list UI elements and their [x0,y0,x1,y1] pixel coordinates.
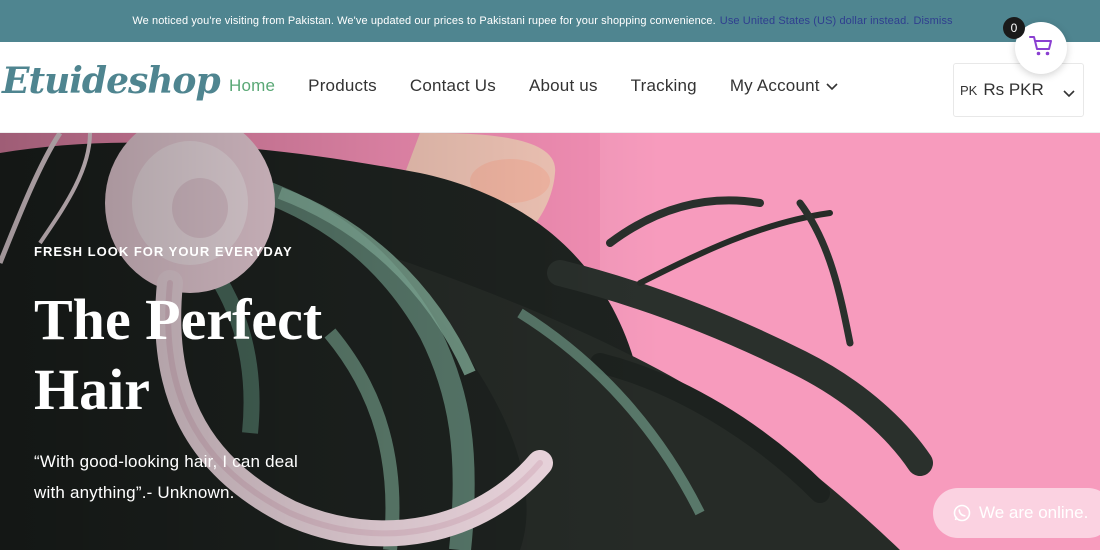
nav-home-label: Home [229,76,276,95]
nav-products-label: Products [308,76,377,95]
cart-count-badge: 0 [1003,17,1025,39]
hero-kicker: FRESH LOOK FOR YOUR EVERYDAY [34,244,293,259]
hero-quote: “With good-looking hair, I can deal with… [34,446,344,508]
store-notice: We noticed you're visiting from Pakistan… [0,0,1100,42]
notice-message: We noticed you're visiting from Pakistan… [132,15,716,27]
cart-icon [1029,35,1053,62]
chevron-down-icon [1063,83,1075,103]
hero-title-line2: Hair [34,357,150,422]
dismiss-link[interactable]: Dismiss [913,15,952,27]
nav-my-account-label: My Account [729,76,820,95]
currency-select[interactable]: PK Rs PKR [953,63,1084,117]
currency-country-code: PK [960,82,978,98]
site-header: Etuideshop Home Products Contact Us Abou… [0,42,1100,133]
use-usd-link[interactable]: Use United States (US) dollar instead. [720,15,910,27]
hero-title: The Perfect Hair [34,285,354,425]
nav-home[interactable]: Home [229,76,275,96]
nav-contact-us-label: Contact Us [409,76,496,95]
chevron-down-icon [826,76,838,96]
nav-products[interactable]: Products [308,76,377,96]
nav-about-us-label: About us [528,76,598,95]
chat-button[interactable]: We are online. [933,488,1100,538]
site-logo[interactable]: Etuideshop [2,60,221,102]
nav-about-us[interactable]: About us [529,76,598,96]
nav-contact-us[interactable]: Contact Us [410,76,496,96]
whatsapp-icon [953,504,971,522]
hero-banner: FRESH LOOK FOR YOUR EVERYDAY The Perfect… [0,133,1100,550]
chat-label: We are online. [979,503,1089,522]
hero-quote-line2: with anything”.- Unknown. [34,483,235,502]
main-nav: Home Products Contact Us About us Tracki… [229,76,871,96]
hero-title-line1: The Perfect [34,287,323,352]
nav-my-account[interactable]: My Account [730,76,838,96]
nav-tracking[interactable]: Tracking [631,76,697,96]
hero-quote-line1: “With good-looking hair, I can deal [34,452,299,471]
currency-value: Rs PKR [983,80,1044,99]
nav-tracking-label: Tracking [630,76,697,95]
